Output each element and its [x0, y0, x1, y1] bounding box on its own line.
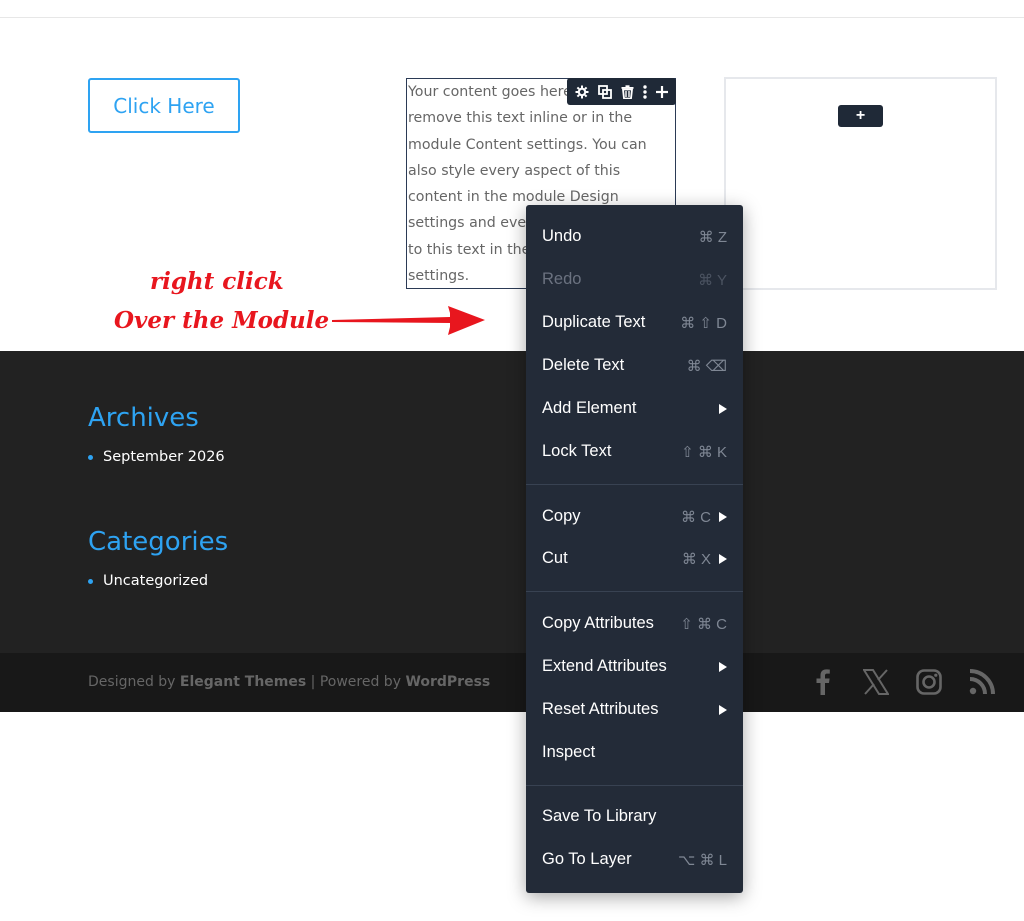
- menu-label: Go To Layer: [542, 850, 632, 868]
- gear-icon[interactable]: [575, 85, 589, 99]
- menu-item-delete-text[interactable]: Delete Text ⌘ ⌫: [526, 344, 743, 387]
- menu-label: Redo: [542, 270, 582, 288]
- menu-shortcut: ⌘ ⌫: [686, 357, 727, 375]
- categories-title: Categories: [88, 527, 229, 557]
- menu-label: Delete Text: [542, 356, 625, 374]
- submenu-arrow-icon: [719, 403, 727, 414]
- submenu-arrow-icon: [719, 704, 727, 715]
- annotation-line-2: Over the Module: [114, 307, 330, 334]
- menu-label: Extend Attributes: [542, 657, 667, 675]
- duplicate-icon[interactable]: [598, 84, 613, 99]
- menu-shortcut: ⌘ X: [681, 550, 711, 568]
- menu-shortcut: ⇧ ⌘ K: [681, 443, 727, 461]
- menu-separator: [526, 591, 743, 592]
- menu-label: Lock Text: [542, 442, 612, 460]
- footer-credits: Designed by Elegant Themes | Powered by …: [88, 674, 490, 690]
- menu-label: Add Element: [542, 399, 637, 417]
- credits-mid: | Powered by: [306, 674, 406, 690]
- categories-item-label[interactable]: Uncategorized: [103, 573, 208, 589]
- credits-cms-link[interactable]: WordPress: [405, 674, 490, 690]
- header-divider: [0, 17, 1024, 18]
- menu-shortcut: ⌘ ⇧ D: [680, 314, 727, 332]
- menu-item-undo[interactable]: Undo ⌘ Z: [526, 215, 743, 258]
- menu-item-reset-attributes[interactable]: Reset Attributes: [526, 688, 743, 731]
- menu-item-copy[interactable]: Copy ⌘ C: [526, 495, 743, 538]
- menu-item-lock-text[interactable]: Lock Text ⇧ ⌘ K: [526, 430, 743, 473]
- menu-item-inspect[interactable]: Inspect: [526, 731, 743, 774]
- submenu-arrow-icon: [719, 553, 727, 564]
- bullet-icon: [88, 578, 93, 584]
- add-module-button[interactable]: +: [838, 105, 883, 127]
- menu-label: Save To Library: [542, 807, 657, 825]
- submenu-arrow-icon: [719, 661, 727, 672]
- menu-item-save-to-library[interactable]: Save To Library: [526, 795, 743, 838]
- plus-icon[interactable]: [655, 85, 668, 98]
- categories-item[interactable]: Uncategorized: [88, 573, 208, 589]
- archives-title: Archives: [88, 403, 199, 433]
- menu-item-copy-attributes[interactable]: Copy Attributes ⇧ ⌘ C: [526, 602, 743, 645]
- menu-label: Copy Attributes: [542, 614, 654, 632]
- x-icon[interactable]: [860, 665, 892, 699]
- annotation-arrow-icon: [332, 306, 485, 335]
- menu-label: Reset Attributes: [542, 700, 659, 718]
- footer: [0, 351, 1024, 653]
- more-vertical-icon[interactable]: [643, 84, 647, 99]
- menu-item-go-to-layer[interactable]: Go To Layer ⌥ ⌘ L: [526, 838, 743, 881]
- menu-separator: [526, 484, 743, 485]
- archives-item-label[interactable]: September 2026: [103, 449, 225, 465]
- rss-icon[interactable]: [966, 665, 998, 699]
- click-here-button[interactable]: Click Here: [88, 78, 240, 133]
- instagram-icon[interactable]: [913, 665, 945, 699]
- menu-label: Undo: [542, 227, 582, 245]
- menu-shortcut: ⌘ Y: [698, 271, 727, 289]
- menu-item-redo: Redo ⌘ Y: [526, 258, 743, 301]
- facebook-icon[interactable]: [807, 665, 839, 699]
- credits-theme-link[interactable]: Elegant Themes: [180, 674, 306, 690]
- menu-item-add-element[interactable]: Add Element: [526, 387, 743, 430]
- context-menu: Undo ⌘ Z Redo ⌘ Y Duplicate Text ⌘ ⇧ D D…: [526, 205, 743, 893]
- menu-shortcut: ⌥ ⌘ L: [678, 851, 727, 869]
- menu-shortcut: ⇧ ⌘ C: [680, 615, 727, 633]
- menu-shortcut: ⌘ C: [681, 508, 711, 526]
- module-toolbar: [567, 78, 676, 105]
- bullet-icon: [88, 454, 93, 460]
- menu-label: Inspect: [542, 743, 596, 761]
- menu-label: Duplicate Text: [542, 313, 646, 331]
- menu-item-extend-attributes[interactable]: Extend Attributes: [526, 645, 743, 688]
- annotation-line-1: right click: [150, 268, 284, 295]
- menu-item-duplicate-text[interactable]: Duplicate Text ⌘ ⇧ D: [526, 301, 743, 344]
- credits-prefix: Designed by: [88, 674, 180, 690]
- submenu-arrow-icon: [719, 511, 727, 522]
- archives-item[interactable]: September 2026: [88, 449, 225, 465]
- menu-item-cut[interactable]: Cut ⌘ X: [526, 537, 743, 580]
- menu-label: Cut: [542, 549, 568, 567]
- menu-separator: [526, 785, 743, 786]
- menu-label: Copy: [542, 507, 581, 525]
- menu-shortcut: ⌘ Z: [698, 228, 727, 246]
- trash-icon[interactable]: [621, 84, 634, 99]
